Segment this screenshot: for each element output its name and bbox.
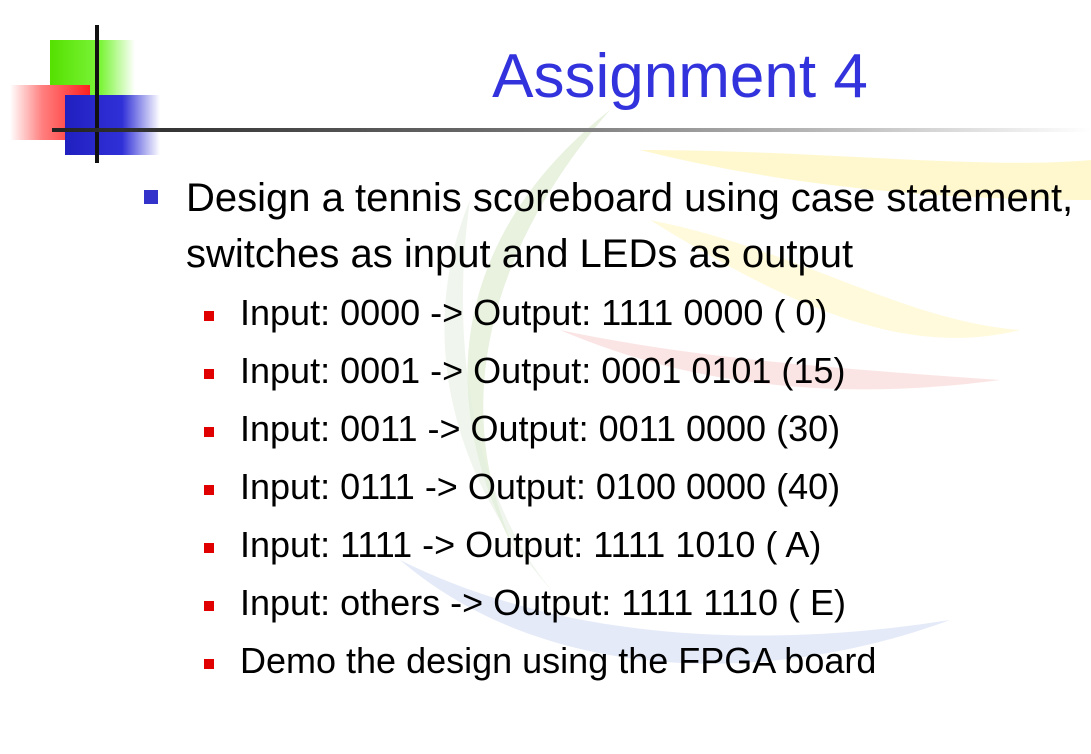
sub-bullet-text: Input: 0111 -> Output: 0100 0000 (40) xyxy=(240,466,841,507)
title-divider xyxy=(52,128,1091,132)
sub-bullet-item: Demo the design using the FPGA board xyxy=(200,632,1080,690)
main-bullet: Design a tennis scoreboard using case st… xyxy=(140,170,1080,282)
sub-bullet-text: Input: others -> Output: 1111 1110 ( E) xyxy=(240,582,847,623)
sub-bullet-item: Input: 0001 -> Output: 0001 0101 (15) xyxy=(200,342,1080,400)
sub-bullet-list: Input: 0000 -> Output: 1111 0000 ( 0) In… xyxy=(140,284,1080,690)
sub-bullet-text: Input: 0011 -> Output: 0011 0000 (30) xyxy=(240,408,841,449)
logo-vertical-line xyxy=(95,25,99,163)
red-square-bullet-icon xyxy=(204,659,214,669)
slide-title: Assignment 4 xyxy=(492,42,868,111)
square-bullet-icon xyxy=(144,190,158,204)
sub-bullet-item: Input: 0011 -> Output: 0011 0000 (30) xyxy=(200,400,1080,458)
red-square-bullet-icon xyxy=(204,369,214,379)
sub-bullet-item: Input: others -> Output: 1111 1110 ( E) xyxy=(200,574,1080,632)
sub-bullet-item: Input: 1111 -> Output: 1111 1010 ( A) xyxy=(200,516,1080,574)
logo-squares xyxy=(0,0,170,170)
logo-blue-square xyxy=(65,95,160,155)
red-square-bullet-icon xyxy=(204,543,214,553)
sub-bullet-text: Input: 1111 -> Output: 1111 1010 ( A) xyxy=(240,524,822,565)
red-square-bullet-icon xyxy=(204,427,214,437)
sub-bullet-item: Input: 0000 -> Output: 1111 0000 ( 0) xyxy=(200,284,1080,342)
red-square-bullet-icon xyxy=(204,601,214,611)
sub-bullet-item: Input: 0111 -> Output: 0100 0000 (40) xyxy=(200,458,1080,516)
red-square-bullet-icon xyxy=(204,485,214,495)
slide: Assignment 4 Design a tennis scoreboard … xyxy=(0,0,1091,754)
slide-content: Design a tennis scoreboard using case st… xyxy=(140,170,1080,690)
red-square-bullet-icon xyxy=(204,311,214,321)
sub-bullet-text: Input: 0001 -> Output: 0001 0101 (15) xyxy=(240,350,846,391)
sub-bullet-text: Demo the design using the FPGA board xyxy=(240,640,877,681)
sub-bullet-text: Input: 0000 -> Output: 1111 0000 ( 0) xyxy=(240,292,828,333)
main-bullet-text: Design a tennis scoreboard using case st… xyxy=(186,176,1074,276)
